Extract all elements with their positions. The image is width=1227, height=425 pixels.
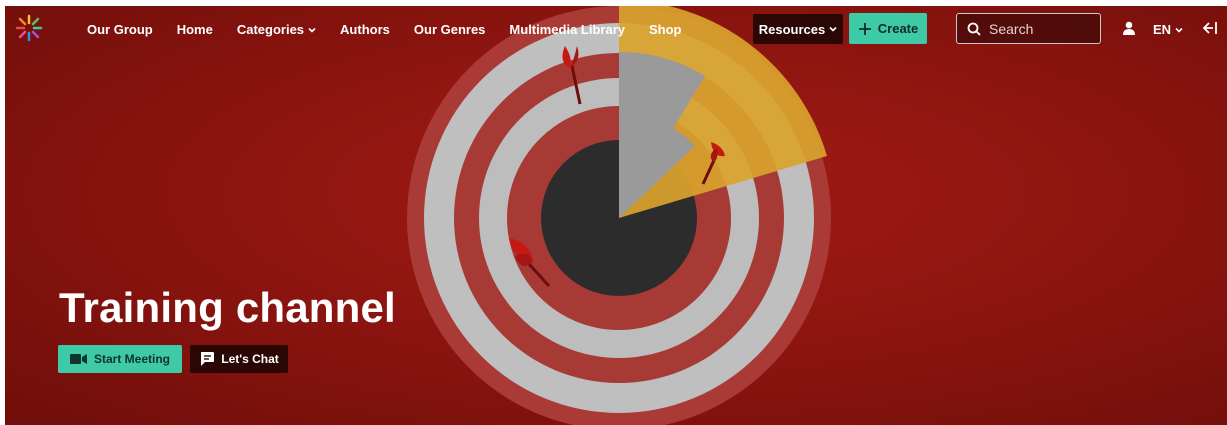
dartboard-illustration bbox=[407, 6, 831, 425]
main-nav: Our Group Home Categories Authors Our Ge… bbox=[75, 18, 694, 41]
lets-chat-button[interactable]: Let's Chat bbox=[190, 345, 288, 373]
chevron-down-icon bbox=[829, 26, 837, 32]
resources-label: Resources bbox=[758, 21, 826, 37]
start-meeting-label: Start Meeting bbox=[93, 352, 170, 366]
user-icon[interactable] bbox=[1121, 20, 1137, 36]
nav-label: Multimedia Library bbox=[509, 22, 625, 37]
nav-label: Our Genres bbox=[413, 22, 486, 37]
nav-item-home[interactable]: Home bbox=[165, 18, 225, 41]
starburst-logo[interactable] bbox=[13, 12, 45, 44]
nav-item-categories[interactable]: Categories bbox=[225, 18, 328, 41]
create-label: Create bbox=[877, 21, 919, 36]
search-icon bbox=[967, 22, 981, 36]
chevron-down-icon bbox=[1175, 27, 1183, 33]
nav-item-multimedia-library[interactable]: Multimedia Library bbox=[497, 18, 637, 41]
chevron-down-icon bbox=[308, 27, 316, 33]
search-input[interactable] bbox=[989, 20, 1089, 37]
language-selector[interactable]: EN bbox=[1151, 18, 1185, 41]
search-box[interactable] bbox=[956, 13, 1101, 44]
nav-label: Shop bbox=[649, 22, 682, 37]
nav-item-shop[interactable]: Shop bbox=[637, 18, 694, 41]
nav-label: Categories bbox=[236, 22, 305, 37]
resources-dropdown-button[interactable]: Resources bbox=[753, 14, 843, 44]
nav-item-our-group[interactable]: Our Group bbox=[75, 18, 165, 41]
nav-item-our-genres[interactable]: Our Genres bbox=[402, 18, 498, 41]
nav-item-authors[interactable]: Authors bbox=[328, 18, 402, 41]
nav-label: Home bbox=[176, 22, 213, 37]
nav-label: Authors bbox=[340, 22, 390, 37]
chat-bubble-icon bbox=[201, 352, 215, 366]
logout-icon[interactable] bbox=[1201, 19, 1219, 37]
plus-icon bbox=[858, 22, 871, 35]
lets-chat-label: Let's Chat bbox=[221, 352, 279, 366]
start-meeting-button[interactable]: Start Meeting bbox=[58, 345, 182, 373]
language-label: EN bbox=[1153, 22, 1172, 37]
create-button[interactable]: Create bbox=[849, 13, 927, 44]
top-navigation-bar: Our Group Home Categories Authors Our Ge… bbox=[5, 6, 1227, 52]
page-title: Training channel bbox=[59, 284, 396, 331]
nav-label: Our Group bbox=[87, 22, 153, 37]
video-camera-icon bbox=[69, 354, 87, 364]
hero-banner: Our Group Home Categories Authors Our Ge… bbox=[5, 6, 1227, 425]
